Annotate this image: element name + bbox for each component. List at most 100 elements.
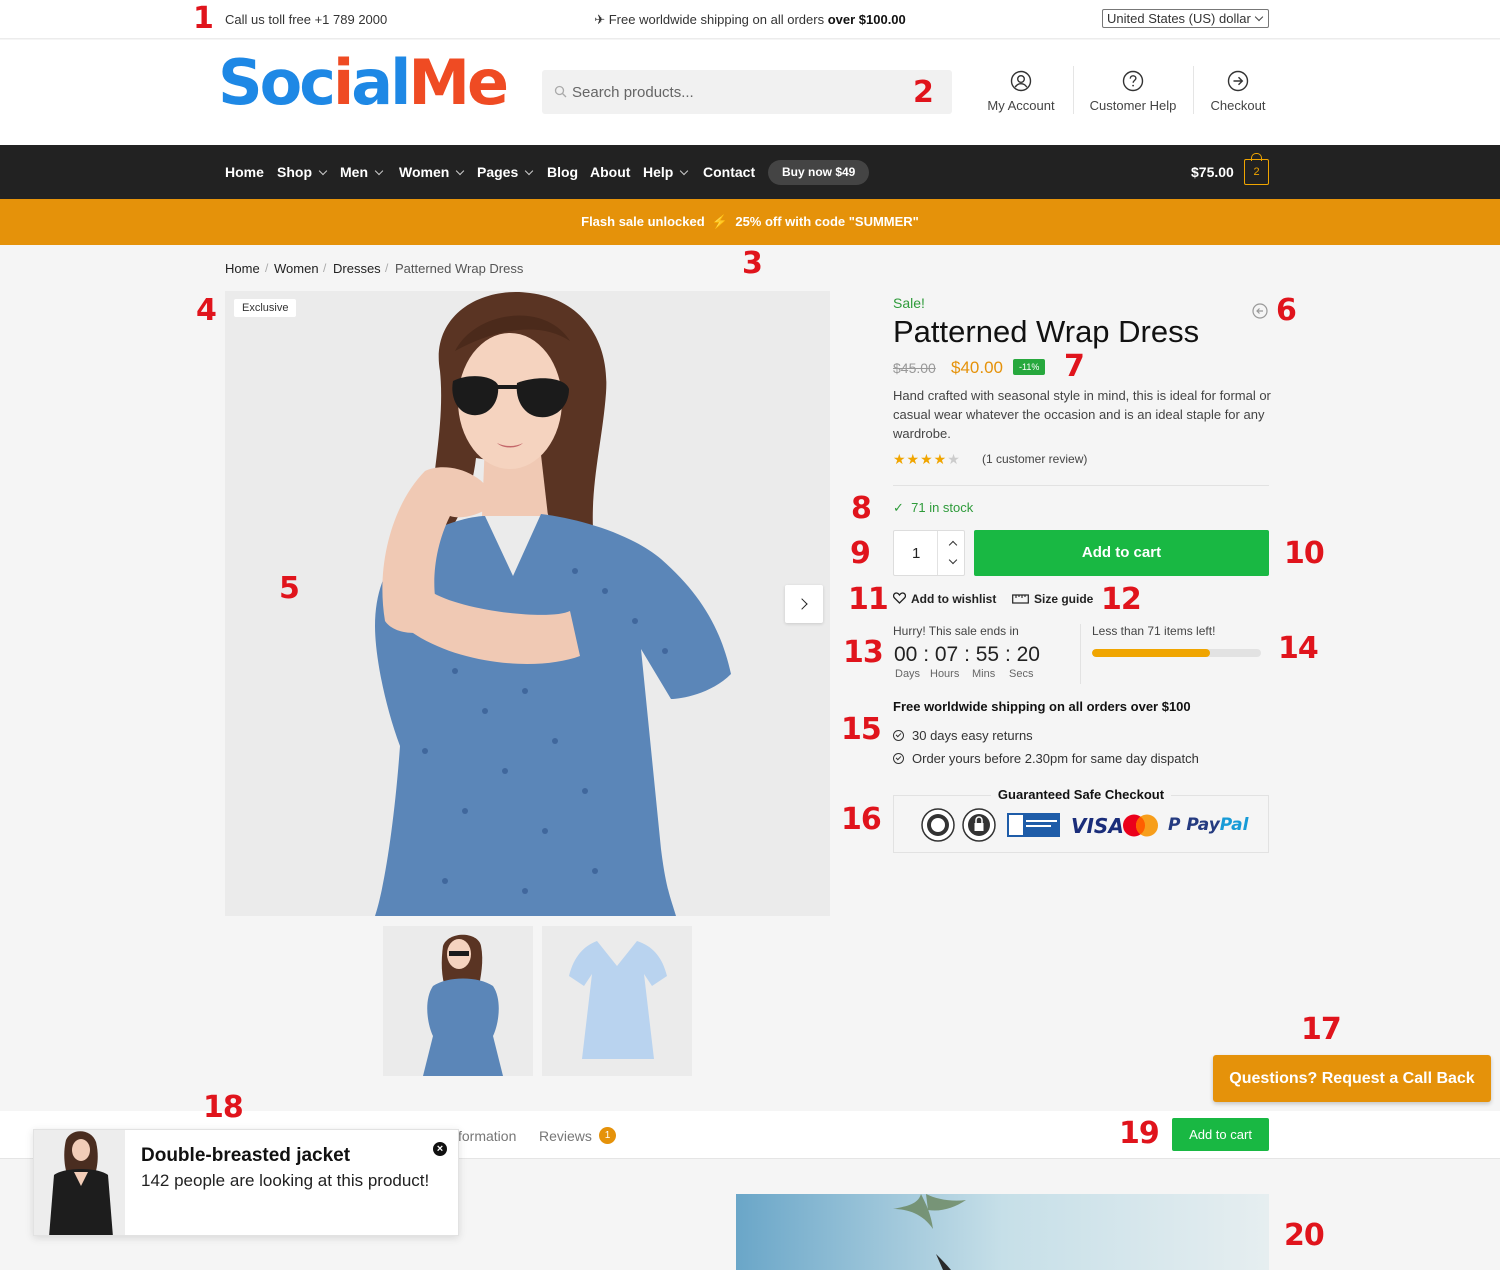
- buy-now-button[interactable]: Buy now $49: [768, 160, 870, 185]
- annotation-8: 8: [851, 491, 872, 526]
- annotation-20: 20: [1284, 1218, 1325, 1253]
- tab-reviews[interactable]: Reviews: [539, 1128, 592, 1144]
- chevron-down-icon: [456, 166, 465, 176]
- review-count-link[interactable]: (1 customer review): [982, 452, 1087, 466]
- chevron-up-icon[interactable]: [948, 540, 958, 550]
- old-price: $45.00: [893, 360, 936, 376]
- tab-additional-information[interactable]: formation: [458, 1128, 516, 1144]
- quantity-value[interactable]: 1: [912, 545, 920, 562]
- add-to-cart-button[interactable]: Add to cart: [974, 530, 1269, 576]
- annotation-10: 10: [1284, 536, 1325, 571]
- bbb-accredited-icon: [1007, 813, 1060, 837]
- model-illustration: [225, 291, 830, 916]
- divider: [893, 485, 1269, 486]
- main-nav: Home Shop Men Women Pages Blog About Hel…: [0, 145, 1500, 199]
- heart-icon: [892, 592, 907, 604]
- nav-help[interactable]: Help: [643, 164, 689, 180]
- share-back-icon[interactable]: [1252, 303, 1268, 319]
- arrow-right-circle-icon: [1227, 70, 1249, 92]
- popup-subtitle: 142 people are looking at this product!: [141, 1171, 430, 1190]
- checkout-link[interactable]: Checkout: [1208, 70, 1268, 113]
- divider: [1193, 66, 1194, 114]
- free-shipping-text: Free worldwide shipping on all orders ov…: [893, 699, 1191, 714]
- discount-badge: -11%: [1013, 359, 1046, 375]
- cart-bag-icon[interactable]: 2: [1244, 153, 1269, 185]
- thumbnail-2[interactable]: [542, 926, 692, 1076]
- chevron-down-icon: [680, 166, 689, 176]
- nav-shop[interactable]: Shop: [277, 164, 328, 180]
- next-image-button[interactable]: [785, 585, 823, 623]
- nav-pages-label: Pages: [477, 164, 519, 180]
- annotation-2: 2: [913, 75, 934, 110]
- stock-status: ✓ 71 in stock: [893, 500, 973, 516]
- timer-secs: 20: [1016, 643, 1040, 666]
- product-main-image[interactable]: [225, 291, 830, 916]
- my-account-link[interactable]: My Account: [985, 70, 1057, 113]
- add-to-wishlist-button[interactable]: Add to wishlist: [892, 592, 997, 606]
- chevron-down-icon: [525, 166, 534, 176]
- currency-select[interactable]: United States (US) dollar: [1102, 9, 1269, 28]
- logo-text-3: al: [351, 46, 411, 119]
- request-callback-button[interactable]: Questions? Request a Call Back: [1213, 1055, 1491, 1102]
- nav-contact[interactable]: Contact: [703, 164, 755, 180]
- annotation-16: 16: [841, 802, 882, 837]
- shipping-threshold: over $100.00: [827, 12, 906, 27]
- nav-men[interactable]: Men: [340, 164, 384, 180]
- star-rating[interactable]: ★★★★★: [893, 451, 961, 468]
- check-circle-icon: [893, 753, 904, 764]
- cart-total[interactable]: $75.00: [1191, 164, 1234, 180]
- annotation-4: 4: [196, 293, 217, 328]
- nav-women[interactable]: Women: [399, 164, 465, 180]
- breadcrumb-women[interactable]: Women: [274, 261, 319, 276]
- lightning-icon: ⚡: [708, 214, 732, 229]
- popup-title: Double-breasted jacket: [141, 1145, 351, 1166]
- star-icons-empty: ★: [947, 451, 961, 467]
- stock-text: 71 in stock: [911, 500, 974, 515]
- returns-text: 30 days easy returns: [912, 728, 1033, 743]
- annotation-13: 13: [843, 635, 884, 670]
- customer-help-link[interactable]: Customer Help: [1088, 70, 1178, 113]
- check-circle-icon: [893, 730, 904, 741]
- flash-code-text: 25% off with code "SUMMER": [735, 214, 919, 229]
- dispatch-info: Order yours before 2.30pm for same day d…: [893, 751, 1199, 766]
- size-guide-button[interactable]: Size guide: [1012, 592, 1093, 606]
- logo-text-4: Me: [408, 46, 509, 119]
- annotation-3: 3: [742, 246, 763, 281]
- breadcrumb-dresses[interactable]: Dresses: [333, 261, 381, 276]
- annotation-19: 19: [1119, 1116, 1160, 1151]
- star-icons-filled: ★★★★: [893, 451, 948, 467]
- currency-value: United States (US) dollar: [1107, 11, 1251, 26]
- nav-home[interactable]: Home: [225, 164, 264, 180]
- divider: [937, 531, 938, 575]
- flash-sale-banner: Flash sale unlocked ⚡ 25% off with code …: [0, 199, 1500, 245]
- nav-about[interactable]: About: [590, 164, 630, 180]
- my-account-label: My Account: [987, 98, 1055, 113]
- close-icon[interactable]: ×: [433, 1142, 447, 1156]
- timer-mins: 55: [975, 643, 1000, 666]
- wishlist-label: Add to wishlist: [911, 592, 997, 606]
- mastercard-icon: [1123, 814, 1158, 837]
- search-input[interactable]: [572, 70, 932, 114]
- breadcrumb-home[interactable]: Home: [225, 261, 260, 276]
- chevron-right-icon: [796, 598, 808, 610]
- social-proof-popup[interactable]: Double-breasted jacket 142 people are lo…: [33, 1129, 459, 1236]
- exclusive-badge: Exclusive: [234, 299, 297, 317]
- palm-sky-image: [736, 1194, 1269, 1270]
- timer-label-hours: Hours: [930, 668, 960, 680]
- nav-blog[interactable]: Blog: [547, 164, 578, 180]
- returns-info: 30 days easy returns: [893, 728, 1033, 743]
- annotation-12: 12: [1101, 582, 1142, 617]
- chevron-down-icon[interactable]: [948, 555, 958, 565]
- nav-pages[interactable]: Pages: [477, 164, 534, 180]
- site-header: SocialMe My Account Customer Help Checko…: [0, 40, 1500, 145]
- nav-women-label: Women: [399, 164, 450, 180]
- divider: [1073, 66, 1074, 114]
- logo[interactable]: SocialMe: [218, 52, 509, 114]
- paypal-p-icon: P: [1168, 815, 1187, 835]
- nav-shop-label: Shop: [277, 164, 312, 180]
- thumbnail-1[interactable]: [383, 926, 533, 1076]
- nav-men-label: Men: [340, 164, 368, 180]
- timer-label-secs: Secs: [1009, 668, 1034, 680]
- annotation-5: 5: [279, 571, 300, 606]
- sticky-add-to-cart-button[interactable]: Add to cart: [1172, 1118, 1269, 1151]
